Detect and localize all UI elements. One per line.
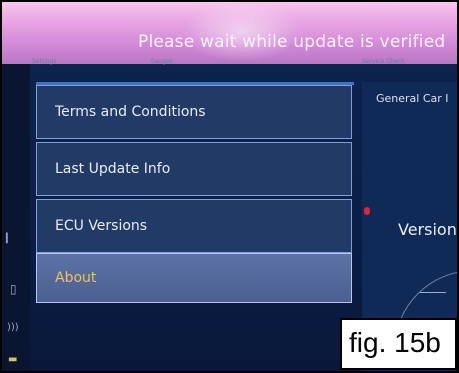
mail-icon[interactable]: ▬ [8, 354, 17, 365]
tab-service-check[interactable]: Service Check [362, 58, 405, 65]
menu-item-terms-and-conditions[interactable]: Terms and Conditions [36, 85, 352, 139]
figure-label: fig. 15b [349, 327, 441, 358]
tab-gauges[interactable]: Gauges [150, 58, 173, 65]
screen: Please wait while update is verified Set… [0, 0, 459, 373]
menu-item-label: Terms and Conditions [55, 104, 206, 120]
menu-item-label: About [55, 270, 97, 286]
menu-item-last-update-info[interactable]: Last Update Info [36, 142, 352, 196]
version-label: Version [398, 220, 457, 239]
panel-heading: General Car I [376, 92, 449, 105]
indicator-dot [364, 207, 370, 215]
left-rail: ▎ ▯ ))) ▬ [2, 64, 30, 371]
menu-item-label: ECU Versions [55, 218, 148, 234]
top-tabs: Settings Gauges Service Check [32, 58, 452, 68]
audio-icon[interactable]: ▎ [6, 234, 13, 244]
menu-item-label: Last Update Info [55, 161, 171, 177]
media-icon[interactable]: ))) [7, 322, 19, 333]
figure-caption: fig. 15b [340, 318, 457, 370]
tab-settings[interactable]: Settings [32, 58, 57, 65]
banner-message: Please wait while update is verified [138, 32, 446, 52]
gauge-dash [420, 292, 446, 293]
phone-icon[interactable]: ▯ [10, 282, 17, 296]
menu-item-about[interactable]: About [36, 253, 352, 303]
menu-item-ecu-versions[interactable]: ECU Versions [36, 199, 352, 253]
update-banner: Please wait while update is verified [2, 2, 457, 64]
